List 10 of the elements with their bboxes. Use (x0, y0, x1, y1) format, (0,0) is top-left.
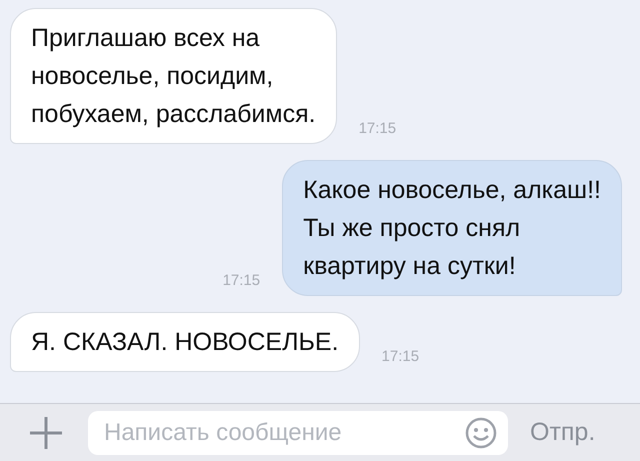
smiley-icon[interactable] (464, 416, 498, 450)
send-button[interactable]: Отпр. (530, 414, 596, 452)
message-bubble: Я. СКАЗАЛ. НОВОСЕЛЬЕ. (10, 312, 360, 372)
message-time: 17:15 (382, 346, 420, 366)
message-time: 17:15 (358, 118, 396, 138)
message-bubble: Приглашаю всех на новоселье, посидим, побухаем, расслабимся. (10, 8, 337, 144)
message-bubble: Какое новоселье, алкаш!! Ты же просто снял квартиру на сутки! (282, 160, 622, 296)
message-input[interactable]: Написать сообщение (104, 414, 464, 450)
message-time: 17:15 (222, 270, 260, 290)
message-field[interactable]: Написать сообщение (88, 410, 508, 454)
